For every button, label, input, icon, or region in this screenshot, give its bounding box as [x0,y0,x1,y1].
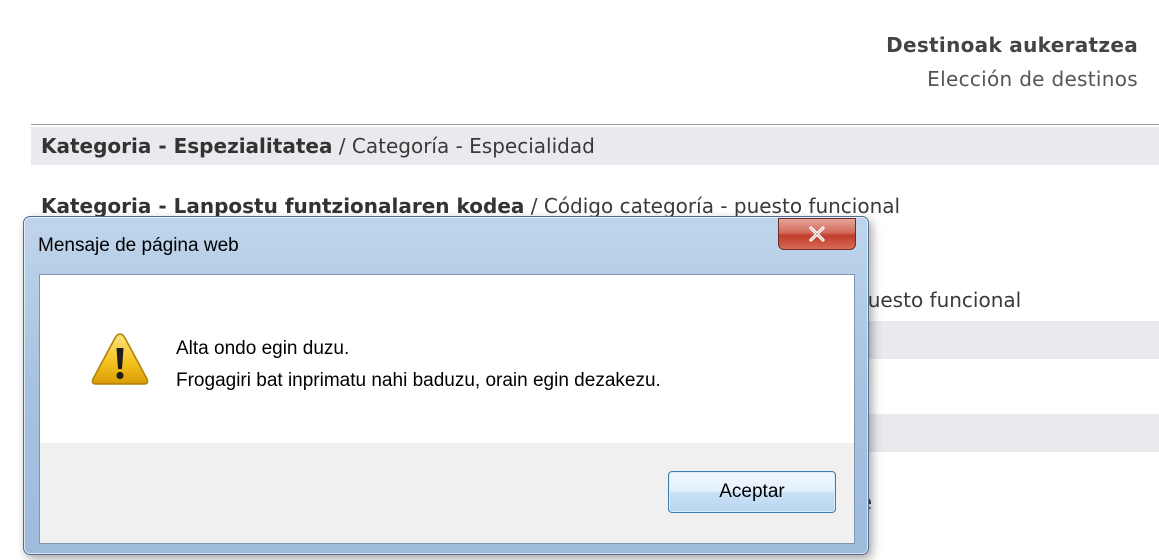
close-button[interactable] [778,218,856,250]
warning-triangle-icon [91,333,149,385]
label-basque: Kategoria - Espezialitatea [41,134,333,158]
label-spanish: Categoría - Especialidad [351,134,595,158]
message-line-1: Alta ondo egin duzu. [176,338,350,359]
dialog-content-area: Alta ondo egin duzu. Frogagiri bat inpri… [40,275,854,443]
header-divider [31,124,1159,125]
label-separator: / [332,134,352,158]
accept-button[interactable]: Aceptar [668,471,836,513]
dialog-body: Alta ondo egin duzu. Frogagiri bat inpri… [39,274,855,544]
page-subtitle: Elección de destinos [927,67,1138,91]
dialog-title: Mensaje de página web [38,235,239,256]
page: Destinoak aukeratzea Elección de destino… [0,0,1159,560]
category-post-code-label: Kategoria - Lanpostu funtzionalaren kode… [41,194,900,218]
row-text-fragment: puesto funcional [855,288,1022,312]
label-separator: / [524,194,544,218]
label-basque: Kategoria - Lanpostu funtzionalaren kode… [41,194,525,218]
category-specialty-label: Kategoria - Espezialitatea / Categoría -… [41,134,595,158]
label-spanish: Código categoría - puesto funcional [543,194,901,218]
close-x-icon [809,226,825,242]
page-title: Destinoak aukeratzea [886,33,1138,57]
message-line-2: Frogagiri bat inprimatu nahi baduzu, ora… [176,370,661,391]
web-page-message-dialog: Mensaje de página web Alta ondo egin duz… [23,216,869,555]
